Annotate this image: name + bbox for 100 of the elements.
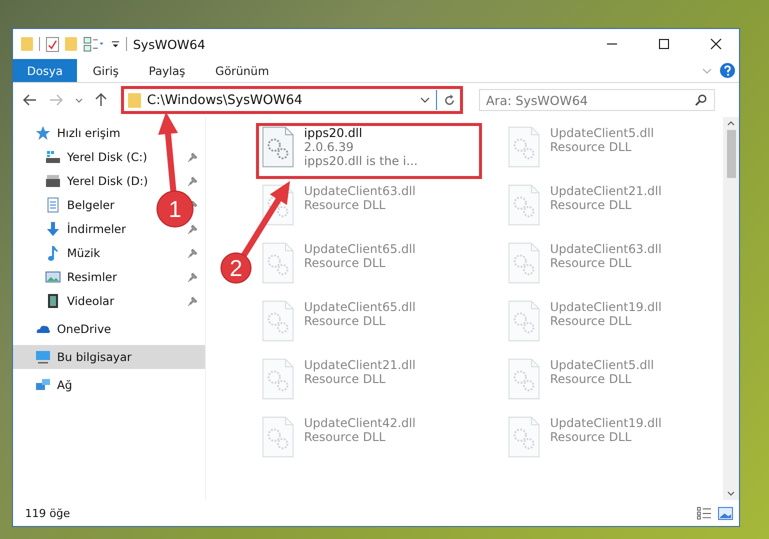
file-item[interactable]: UpdateClient42.dll Resource DLL bbox=[256, 413, 456, 469]
sidebar-item[interactable]: Ağ bbox=[13, 373, 205, 397]
gear-file-icon bbox=[262, 242, 294, 284]
large-icons-view-icon[interactable] bbox=[718, 506, 733, 520]
file-item[interactable]: UpdateClient5.dll Resource DLL bbox=[502, 123, 702, 179]
help-icon[interactable] bbox=[720, 63, 735, 78]
file-item[interactable]: UpdateClient65.dll Resource DLL bbox=[256, 297, 456, 353]
pin-icon[interactable] bbox=[188, 224, 197, 234]
file-name: UpdateClient42.dll bbox=[304, 416, 416, 430]
address-path: C:\Windows\SysWOW64 bbox=[147, 92, 302, 108]
gear-file-icon bbox=[508, 416, 540, 458]
pin-icon[interactable] bbox=[188, 248, 197, 258]
file-detail: Resource DLL bbox=[550, 140, 632, 154]
gear-file-icon bbox=[508, 126, 540, 168]
details-view-icon[interactable] bbox=[697, 506, 712, 520]
ribbon-tab[interactable]: Dosya bbox=[13, 59, 77, 82]
sidebar-item[interactable]: OneDrive bbox=[13, 317, 205, 341]
search-field[interactable]: Ara: SysWOW64 bbox=[479, 89, 715, 111]
back-arrow-icon[interactable] bbox=[23, 94, 37, 106]
star-icon bbox=[35, 125, 51, 141]
ribbon-tab[interactable]: Paylaş bbox=[134, 59, 200, 82]
sidebar-item[interactable]: Resimler bbox=[13, 265, 121, 289]
view-icon[interactable] bbox=[83, 36, 105, 52]
sidebar-item[interactable]: Belgeler bbox=[13, 193, 119, 217]
gear-file-icon bbox=[508, 358, 540, 400]
chevron-up-icon[interactable] bbox=[727, 121, 735, 126]
search-icon bbox=[695, 94, 707, 106]
file-item[interactable]: UpdateClient63.dll Resource DLL bbox=[502, 239, 702, 295]
network-icon bbox=[35, 377, 51, 393]
picture-icon bbox=[45, 269, 61, 285]
gear-file-icon bbox=[262, 126, 294, 168]
up-arrow-icon[interactable] bbox=[95, 93, 107, 107]
sidebar-item[interactable]: Videolar bbox=[13, 289, 118, 313]
scrollbar[interactable] bbox=[723, 117, 739, 500]
window-title: SysWOW64 bbox=[133, 36, 206, 52]
pin-icon[interactable] bbox=[188, 176, 197, 186]
file-item[interactable]: UpdateClient19.dll Resource DLL bbox=[502, 297, 702, 353]
pin-icon[interactable] bbox=[188, 296, 197, 306]
gear-file-icon bbox=[262, 300, 294, 342]
file-item[interactable]: ipps20.dll 2.0.6.39 ipps20.dll is the i... bbox=[256, 123, 482, 179]
sidebar-item[interactable]: Müzik bbox=[13, 241, 104, 265]
file-name: UpdateClient65.dll bbox=[304, 300, 416, 314]
file-detail: Resource DLL bbox=[304, 314, 386, 328]
maximize-icon bbox=[658, 38, 670, 50]
file-name: UpdateClient63.dll bbox=[304, 184, 416, 198]
file-detail: Resource DLL bbox=[304, 372, 386, 386]
close-icon bbox=[710, 38, 722, 50]
gear-file-icon bbox=[262, 416, 294, 458]
address-bar[interactable]: C:\Windows\SysWOW64 bbox=[121, 86, 463, 114]
file-detail: Resource DLL bbox=[550, 372, 632, 386]
gear-file-icon bbox=[508, 242, 540, 284]
chevron-down-icon[interactable] bbox=[420, 97, 430, 103]
gear-file-icon bbox=[508, 300, 540, 342]
file-detail: Resource DLL bbox=[304, 256, 386, 270]
file-item[interactable]: UpdateClient21.dll Resource DLL bbox=[502, 181, 702, 237]
file-name: UpdateClient5.dll bbox=[550, 126, 654, 140]
sidebar-item[interactable]: Yerel Disk (D:) bbox=[13, 169, 152, 193]
minimize-icon bbox=[606, 43, 618, 45]
monitor-icon bbox=[35, 349, 51, 365]
file-name: ipps20.dll bbox=[304, 126, 364, 140]
down-arrow-icon bbox=[45, 221, 61, 237]
file-detail: Resource DLL bbox=[550, 314, 632, 328]
sidebar-item[interactable]: Yerel Disk (C:) bbox=[13, 145, 152, 169]
file-name: UpdateClient21.dll bbox=[550, 184, 662, 198]
ribbon-tab[interactable]: Görünüm bbox=[201, 59, 284, 82]
file-item[interactable]: UpdateClient19.dll Resource DLL bbox=[502, 413, 702, 469]
file-name: UpdateClient5.dll bbox=[550, 358, 654, 372]
ribbon-tab[interactable]: Giriş bbox=[78, 59, 133, 82]
film-icon bbox=[45, 293, 61, 309]
file-name: UpdateClient19.dll bbox=[550, 300, 662, 314]
pin-icon[interactable] bbox=[188, 152, 197, 162]
file-detail: 2.0.6.39 bbox=[304, 140, 355, 154]
file-detail: Resource DLL bbox=[550, 256, 632, 270]
file-name: UpdateClient65.dll bbox=[304, 242, 416, 256]
refresh-icon[interactable] bbox=[443, 94, 456, 106]
file-detail: Resource DLL bbox=[550, 198, 632, 212]
drive-icon bbox=[45, 149, 61, 165]
file-name: UpdateClient63.dll bbox=[550, 242, 662, 256]
sidebar-item[interactable]: İndirmeler bbox=[13, 217, 130, 241]
gear-file-icon bbox=[262, 358, 294, 400]
file-name: UpdateClient19.dll bbox=[550, 416, 662, 430]
pin-icon[interactable] bbox=[188, 272, 197, 282]
properties-icon[interactable] bbox=[46, 36, 59, 52]
dropdown-icon[interactable] bbox=[111, 40, 120, 48]
file-detail: ipps20.dll is the i... bbox=[304, 154, 418, 168]
music-note-icon bbox=[45, 245, 61, 261]
drive-icon bbox=[45, 173, 61, 189]
file-name: UpdateClient21.dll bbox=[304, 358, 416, 372]
file-detail: Resource DLL bbox=[550, 430, 632, 444]
file-detail: Resource DLL bbox=[304, 430, 386, 444]
item-count: 119 öğe bbox=[25, 506, 70, 520]
file-detail: Resource DLL bbox=[304, 198, 386, 212]
gear-file-icon bbox=[508, 184, 540, 226]
scrollbar-thumb[interactable] bbox=[726, 130, 736, 178]
chevron-down-icon[interactable] bbox=[727, 491, 735, 496]
document-icon bbox=[45, 197, 61, 213]
chevron-down-icon[interactable] bbox=[75, 98, 83, 102]
file-item[interactable]: UpdateClient21.dll Resource DLL bbox=[256, 355, 456, 411]
sidebar-item[interactable]: Bu bilgisayar bbox=[13, 345, 205, 369]
file-item[interactable]: UpdateClient5.dll Resource DLL bbox=[502, 355, 702, 411]
